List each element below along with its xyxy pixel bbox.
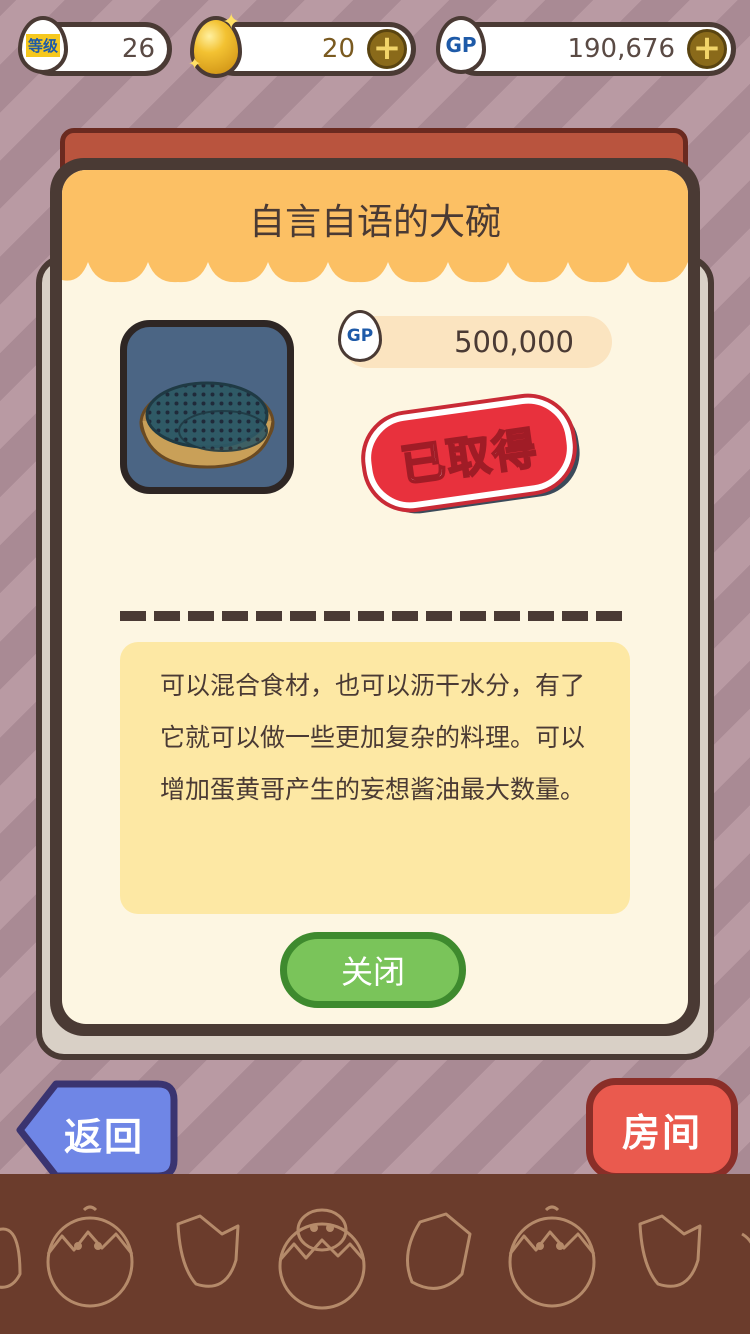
bowl-icon <box>139 381 275 469</box>
bottom-bar <box>0 1174 750 1334</box>
eggshell-character-icon <box>278 1208 366 1310</box>
sparkle-icon: ✦ <box>188 54 202 73</box>
gp-price-icon: GP <box>338 310 382 362</box>
add-gp-button[interactable]: + <box>687 29 727 69</box>
back-button[interactable]: 返回 <box>16 1078 178 1182</box>
room-button[interactable]: 房间 <box>586 1078 738 1180</box>
eggshell-character-icon <box>508 1205 596 1308</box>
eggshell-icon <box>741 1232 750 1244</box>
level-badge-icon: 等级 <box>18 16 68 74</box>
price-pill: 500,000 <box>342 316 612 368</box>
dialog-header: 自言自语的大碗 <box>62 170 688 262</box>
eggshell-icon <box>406 1212 472 1290</box>
gp-pill: 190,676 + <box>450 22 736 76</box>
eggshell-icon <box>638 1214 702 1288</box>
level-value: 26 <box>121 34 155 64</box>
sparkle-icon: ✦ <box>222 10 241 35</box>
item-price: 500,000 <box>454 325 574 359</box>
eggshell-pattern <box>0 1205 750 1310</box>
item-image-frame <box>120 320 294 494</box>
item-detail-dialog: 自言自语的大碗 500,000 GP 已取得 可以混合食材，也可以沥干水分，有了… <box>50 158 700 1036</box>
gp-badge-icon: GP <box>436 16 486 74</box>
description-box: 可以混合食材，也可以沥干水分，有了它就可以做一些更加复杂的料理。可以增加蛋黄哥产… <box>120 642 630 914</box>
eggshell-icon <box>176 1214 240 1288</box>
add-golden-egg-button[interactable]: + <box>367 29 407 69</box>
dashed-divider <box>120 611 628 621</box>
item-title: 自言自语的大碗 <box>248 202 501 243</box>
dialog-body: 自言自语的大碗 500,000 GP 已取得 可以混合食材，也可以沥干水分，有了… <box>62 170 688 1024</box>
room-button-label: 房间 <box>621 1110 702 1155</box>
back-button-label: 返回 <box>64 1115 145 1159</box>
eggshell-icon <box>0 1227 22 1289</box>
gp-value: 190,676 <box>567 34 675 64</box>
eggshell-character-icon <box>46 1205 134 1308</box>
header-scallop-border <box>62 258 688 283</box>
item-description: 可以混合食材，也可以沥干水分，有了它就可以做一些更加复杂的料理。可以增加蛋黄哥产… <box>160 671 586 804</box>
acquired-stamp: 已取得 <box>359 391 579 515</box>
golden-egg-value: 20 <box>321 34 355 64</box>
close-button[interactable]: 关闭 <box>280 932 466 1008</box>
close-button-label: 关闭 <box>340 953 405 991</box>
